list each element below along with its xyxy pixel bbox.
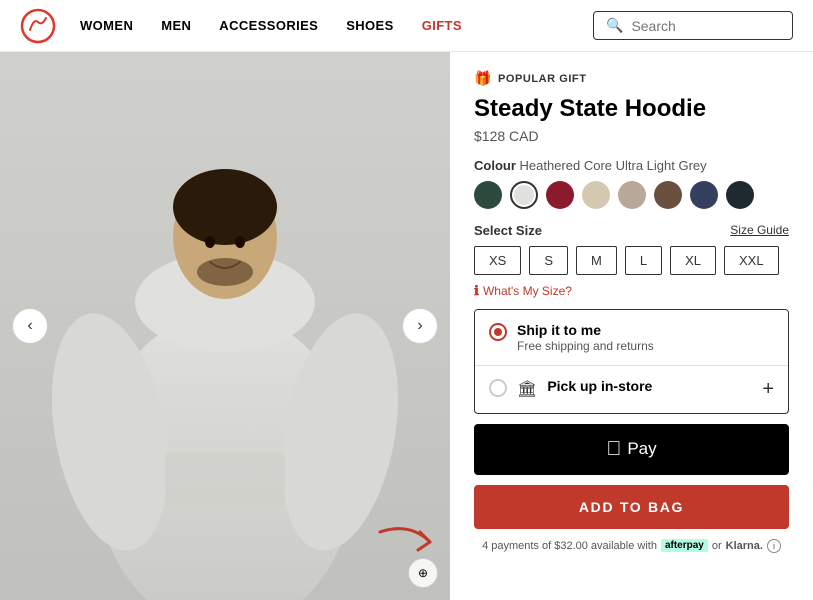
search-input[interactable] [631,18,771,34]
colour-swatches [474,181,789,209]
product-title: Steady State Hoodie [474,95,789,124]
nav-gifts[interactable]: GIFTS [422,18,462,33]
klarna-brand: Klarna. [726,540,763,552]
nav-links: WOMEN MEN ACCESSORIES SHOES GIFTS [80,18,593,33]
swatch-taupe[interactable] [618,181,646,209]
colour-section: Colour Heathered Core Ultra Light Grey [474,158,789,209]
apple-pay-label: Pay [627,439,656,459]
product-price: $128 CAD [474,128,789,144]
nav-shoes[interactable]: SHOES [346,18,393,33]
swatch-burgundy[interactable] [546,181,574,209]
size-icon: ℹ [474,283,479,299]
apple-logo-icon:  [606,438,621,461]
pickup-expand-icon: + [762,378,774,401]
apple-pay-button[interactable]:  Pay [474,424,789,475]
product-photo [0,52,450,600]
swatch-cream[interactable] [582,181,610,209]
pickup-option[interactable]: 🏛 Pick up in-store + [475,365,788,413]
navbar: WOMEN MEN ACCESSORIES SHOES GIFTS 🔍 [0,0,813,52]
radio-fill [494,328,502,336]
ship-to-me-option[interactable]: Ship it to me Free shipping and returns [475,310,788,365]
ship-text: Ship it to me Free shipping and returns [517,322,774,353]
size-s[interactable]: S [529,246,568,275]
nav-men[interactable]: MEN [161,18,191,33]
whats-my-size-link[interactable]: ℹ What's My Size? [474,283,789,299]
size-xl[interactable]: XL [670,246,716,275]
swatch-light-grey[interactable] [510,181,538,209]
ship-radio [489,323,507,341]
size-xs[interactable]: XS [474,246,521,275]
size-l[interactable]: L [625,246,662,275]
colour-label: Colour Heathered Core Ultra Light Grey [474,158,789,173]
size-guide-link[interactable]: Size Guide [730,223,789,237]
lululemon-logo[interactable] [20,8,56,44]
image-prev-button[interactable]: ‹ [12,308,48,344]
expand-button[interactable]: ⊕ [408,558,438,588]
swatch-brown[interactable] [654,181,682,209]
afterpay-text: 4 payments of $32.00 available with [482,540,657,552]
product-image-area: ‹ › ⊕ [0,52,450,600]
main-content: ‹ › ⊕ 🎁 POPULAR GIFT Steady State Hoodie… [0,52,813,600]
product-details: 🎁 POPULAR GIFT Steady State Hoodie $128 … [450,52,813,600]
product-image [0,52,450,600]
pickup-title: Pick up in-store [547,378,752,394]
nav-accessories[interactable]: ACCESSORIES [219,18,318,33]
swatch-dark-navy[interactable] [726,181,754,209]
gift-icon: 🎁 [474,70,492,87]
size-section: Select Size Size Guide XS S M L XL XXL ℹ… [474,223,789,299]
afterpay-note: 4 payments of $32.00 available with afte… [474,539,789,553]
info-icon[interactable]: i [767,539,781,553]
search-icon: 🔍 [606,17,623,34]
or-text: or [712,540,722,552]
size-header: Select Size Size Guide [474,223,789,238]
expand-icon: ⊕ [418,566,428,580]
popular-gift-badge: 🎁 POPULAR GIFT [474,70,789,87]
size-buttons: XS S M L XL XXL [474,246,789,275]
pickup-radio [489,379,507,397]
pickup-text: Pick up in-store [547,378,752,394]
ship-title: Ship it to me [517,322,774,338]
swatch-dark-green[interactable] [474,181,502,209]
nav-women[interactable]: WOMEN [80,18,133,33]
size-label: Select Size [474,223,542,238]
afterpay-brand: afterpay [661,539,708,552]
image-next-button[interactable]: › [402,308,438,344]
ship-subtitle: Free shipping and returns [517,339,774,353]
store-icon: 🏛 [517,379,537,399]
size-xxl[interactable]: XXL [724,246,779,275]
shipping-section: Ship it to me Free shipping and returns … [474,309,789,414]
add-to-bag-button[interactable]: ADD TO BAG [474,485,789,529]
search-box[interactable]: 🔍 [593,11,793,40]
swatch-navy[interactable] [690,181,718,209]
size-m[interactable]: M [576,246,617,275]
